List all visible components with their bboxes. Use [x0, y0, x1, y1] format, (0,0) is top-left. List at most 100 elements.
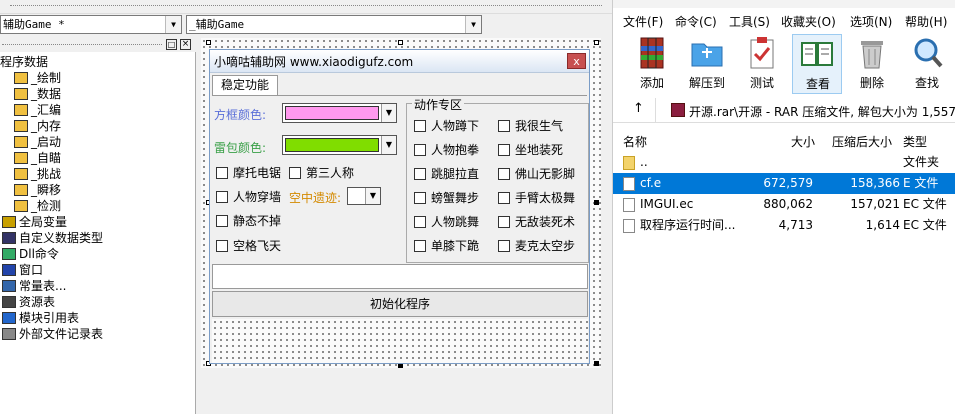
address-bar[interactable]: ↑ 开源.rar\开源 - RAR 压缩文件, 解包大小为 1,557: [613, 98, 955, 123]
tree-item[interactable]: _挑战: [14, 166, 61, 182]
file-row[interactable]: .. 文件夹: [613, 152, 955, 173]
menu-item[interactable]: 帮助(H): [905, 13, 947, 30]
chevron-down-icon[interactable]: ▼: [381, 104, 396, 122]
tree-item[interactable]: Dll命令: [2, 246, 59, 262]
extract-button[interactable]: 解压到: [682, 34, 732, 94]
tree-item[interactable]: _绘制: [14, 70, 61, 86]
extract-label: 解压到: [688, 76, 725, 90]
col-size[interactable]: 大小: [791, 133, 815, 150]
bag-color-select[interactable]: ▼: [282, 135, 397, 155]
add-icon: [640, 37, 664, 69]
tree-item[interactable]: 窗口: [2, 262, 43, 278]
module-icon: [14, 200, 28, 212]
menu-item[interactable]: 工具(S): [729, 13, 770, 30]
program-combo[interactable]: 辅助Game * ▼: [0, 15, 182, 34]
tree-item[interactable]: _汇编: [14, 102, 61, 118]
tree-item[interactable]: 资源表: [2, 294, 55, 310]
air-relic-label: 空中遗迹:: [289, 191, 342, 205]
status-textbox[interactable]: [212, 264, 588, 289]
chevron-down-icon[interactable]: ▼: [365, 188, 380, 204]
chevron-down-icon[interactable]: ▼: [381, 136, 396, 154]
action-checkbox[interactable]: 麦克太空步: [498, 238, 575, 254]
tree-item[interactable]: 全局变量: [2, 214, 67, 230]
action-checkbox[interactable]: 佛山无影脚: [498, 166, 575, 182]
chevron-down-icon[interactable]: ▼: [165, 16, 181, 33]
checkbox-label: 无敌装死术: [515, 215, 576, 229]
box-color-select[interactable]: ▼: [282, 103, 397, 123]
menu-item[interactable]: 文件(F): [623, 13, 663, 30]
checkbox-wall-through[interactable]: 人物穿墙: [216, 189, 281, 205]
up-arrow-icon[interactable]: ↑: [633, 101, 644, 116]
resize-handle[interactable]: [594, 361, 599, 366]
action-checkbox[interactable]: 螃蟹舞步: [414, 190, 479, 206]
file-size: 672,579: [763, 176, 813, 190]
maximize-icon[interactable]: □: [166, 39, 177, 50]
action-checkbox[interactable]: 人物跳舞: [414, 214, 479, 230]
col-name[interactable]: 名称: [623, 133, 647, 150]
find-button[interactable]: 查找: [902, 34, 952, 94]
checkbox-third-person[interactable]: 第三人称: [289, 165, 354, 181]
tree-item-label: 全局变量: [19, 215, 68, 229]
tree-item[interactable]: 外部文件记录表: [2, 326, 103, 342]
tree-item[interactable]: 程序数据: [0, 54, 48, 70]
action-checkbox[interactable]: 人物蹲下: [414, 118, 479, 134]
action-checkbox[interactable]: 无敌装死术: [498, 214, 575, 230]
menu-item[interactable]: 选项(N): [850, 13, 892, 30]
add-button[interactable]: 添加: [627, 34, 677, 94]
init-button[interactable]: 初始化程序: [212, 291, 588, 317]
view-label: 查看: [805, 77, 830, 91]
checkbox-label: 坐地装死: [515, 143, 564, 157]
action-checkbox[interactable]: 单膝下跪: [414, 238, 479, 254]
close-icon[interactable]: x: [567, 53, 586, 69]
resize-handle[interactable]: [206, 40, 211, 45]
checkbox-chainsaw[interactable]: 摩托电锯: [216, 165, 281, 181]
module-combo[interactable]: _辅助Game ▼: [186, 15, 482, 34]
resize-handle[interactable]: [594, 200, 599, 205]
archive-path: 开源.rar\开源 - RAR 压缩文件, 解包大小为 1,557: [689, 105, 955, 119]
action-checkbox[interactable]: 我很生气: [498, 118, 563, 134]
tree-item[interactable]: _启动: [14, 134, 61, 150]
close-icon[interactable]: ×: [180, 39, 191, 50]
tree-item[interactable]: 自定义数据类型: [2, 230, 103, 246]
test-button[interactable]: 测试: [737, 34, 787, 94]
view-button[interactable]: 查看: [792, 34, 842, 94]
col-packed[interactable]: 压缩后大小: [832, 133, 892, 150]
program-tree[interactable]: 程序数据 _绘制 _数据 _汇编 _内存 _启动 _自瞄 _挑战 _瞬移 _检测 全局变量 自定义数据…: [0, 52, 196, 414]
tree-item[interactable]: 模块引用表: [2, 310, 79, 326]
checkbox-label: 跳腿拉直: [431, 167, 480, 181]
checkbox-space-fly[interactable]: 空格飞天: [216, 238, 281, 254]
delete-button[interactable]: 删除: [847, 34, 897, 94]
file-packed: 158,366: [850, 176, 900, 190]
designed-form[interactable]: 小嘀咕辅助网 www.xiaodigufz.com x 稳定功能 方框颜色: ▼…: [209, 49, 590, 364]
rar-archive-icon: [671, 103, 685, 117]
menu-item[interactable]: 命令(C): [675, 13, 717, 30]
tree-item[interactable]: _检测: [14, 198, 61, 214]
tree-item[interactable]: _数据: [14, 86, 61, 102]
checkbox-static[interactable]: 静态不掉: [216, 213, 281, 229]
file-row[interactable]: cf.e 672,579 158,366 E 文件: [613, 173, 955, 194]
action-checkbox[interactable]: 人物抱拳: [414, 142, 479, 158]
tree-item-label: _自瞄: [31, 151, 62, 165]
tree-item[interactable]: _自瞄: [14, 150, 61, 166]
action-checkbox[interactable]: 坐地装死: [498, 142, 563, 158]
resize-handle[interactable]: [594, 40, 599, 45]
action-checkbox[interactable]: 手臂太极舞: [498, 190, 575, 206]
file-icon: [623, 219, 635, 233]
tree-item-label: _汇编: [31, 103, 62, 117]
file-row[interactable]: 取程序运行时间... 4,713 1,614 EC 文件: [613, 215, 955, 236]
tree-item[interactable]: 常量表...: [2, 278, 66, 294]
test-icon: [750, 37, 774, 69]
col-type[interactable]: 类型: [903, 133, 927, 150]
action-checkbox[interactable]: 跳腿拉直: [414, 166, 479, 182]
color-swatch: [285, 106, 379, 120]
tree-item[interactable]: _内存: [14, 118, 61, 134]
action-group-title: 动作专区: [412, 96, 465, 113]
menu-item[interactable]: 收藏夹(O): [781, 13, 836, 30]
tree-item[interactable]: _瞬移: [14, 182, 61, 198]
tab-stable-features[interactable]: 稳定功能: [212, 75, 278, 96]
file-row[interactable]: IMGUI.ec 880,062 157,021 EC 文件: [613, 194, 955, 215]
air-relic-select[interactable]: ▼: [347, 187, 381, 205]
form-empty-area: [212, 319, 588, 363]
chevron-down-icon[interactable]: ▼: [465, 16, 481, 33]
resize-handle[interactable]: [398, 40, 403, 45]
